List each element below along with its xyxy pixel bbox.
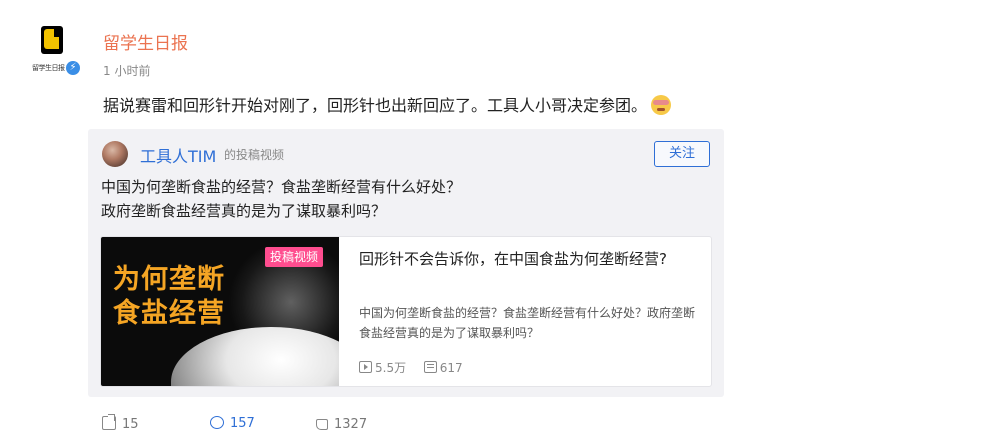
video-title[interactable]: 回形针不会告诉你，在中国食盐为何垄断经营? — [359, 249, 689, 269]
author-avatar[interactable]: 留学生日报 ⚡ — [30, 24, 80, 78]
forward-button[interactable]: 15 — [102, 414, 139, 432]
repost-text-line-1: 中国为何垄断食盐的经营？食盐垄断经营有什么好处？ — [101, 178, 462, 196]
video-type-tag: 投稿视频 — [265, 247, 324, 267]
comment-icon — [210, 416, 224, 429]
author-name[interactable]: 留学生日报 — [103, 29, 188, 54]
comment-count: 157 — [230, 416, 255, 431]
video-description: 中国为何垄断食盐的经营？食盐垄断经营有什么好处？政府垄断食盐经营真的是为了谋取暴… — [359, 306, 696, 340]
repost-text-line-2: 政府垄断食盐经营真的是为了谋取暴利吗？ — [101, 202, 387, 220]
like-button[interactable]: 1327 — [316, 416, 367, 432]
verified-badge-icon: ⚡ — [66, 61, 80, 75]
follow-button[interactable]: 关注 — [654, 141, 710, 167]
thinking-face-emoji-icon — [651, 95, 672, 115]
brand-logo-text: 留学生日报 — [32, 64, 65, 72]
original-author-avatar[interactable] — [102, 141, 128, 167]
video-thumbnail[interactable]: 为何垄断 食盐经营 投稿视频 — [101, 237, 339, 386]
video-stats: 5.5万 617 — [359, 359, 463, 376]
thumbs-up-icon — [316, 419, 328, 430]
post-timestamp[interactable]: 1 小时前 — [103, 62, 150, 79]
forward-icon — [102, 414, 116, 430]
play-count-icon — [359, 361, 372, 373]
thumbnail-title-line-2: 食盐经营 — [113, 298, 225, 329]
play-count: 5.5万 — [375, 361, 407, 375]
danmaku-count: 617 — [439, 361, 463, 375]
thumbnail-title-line-1: 为何垄断 — [113, 264, 225, 295]
like-count: 1327 — [334, 417, 368, 432]
original-author-name[interactable]: 工具人TIM — [140, 143, 216, 167]
danmaku-count-icon — [423, 361, 437, 373]
thumbnail-title: 为何垄断 食盐经营 — [113, 263, 225, 331]
brand-logo-icon — [41, 26, 63, 54]
comment-button[interactable]: 157 — [210, 416, 255, 431]
feed-post: 留学生日报 ⚡ 留学生日报 1 小时前 据说赛雷和回形针开始对刚了，回形针也出新… — [0, 0, 1000, 444]
video-card[interactable]: 为何垄断 食盐经营 投稿视频 回形针不会告诉你，在中国食盐为何垄断经营? 中国为… — [100, 236, 712, 387]
reposted-content[interactable]: 工具人TIM 的投稿视频 关注 中国为何垄断食盐的经营？食盐垄断经营有什么好处？… — [88, 129, 724, 397]
salt-pile-graphic — [171, 327, 339, 386]
original-source-label: 的投稿视频 — [224, 148, 285, 162]
post-text: 据说赛雷和回形针开始对刚了，回形针也出新回应了。工具人小哥决定参团。 — [103, 92, 672, 116]
forward-count: 15 — [122, 417, 139, 432]
post-text-content: 据说赛雷和回形针开始对刚了，回形针也出新回应了。工具人小哥决定参团。 — [103, 96, 648, 115]
